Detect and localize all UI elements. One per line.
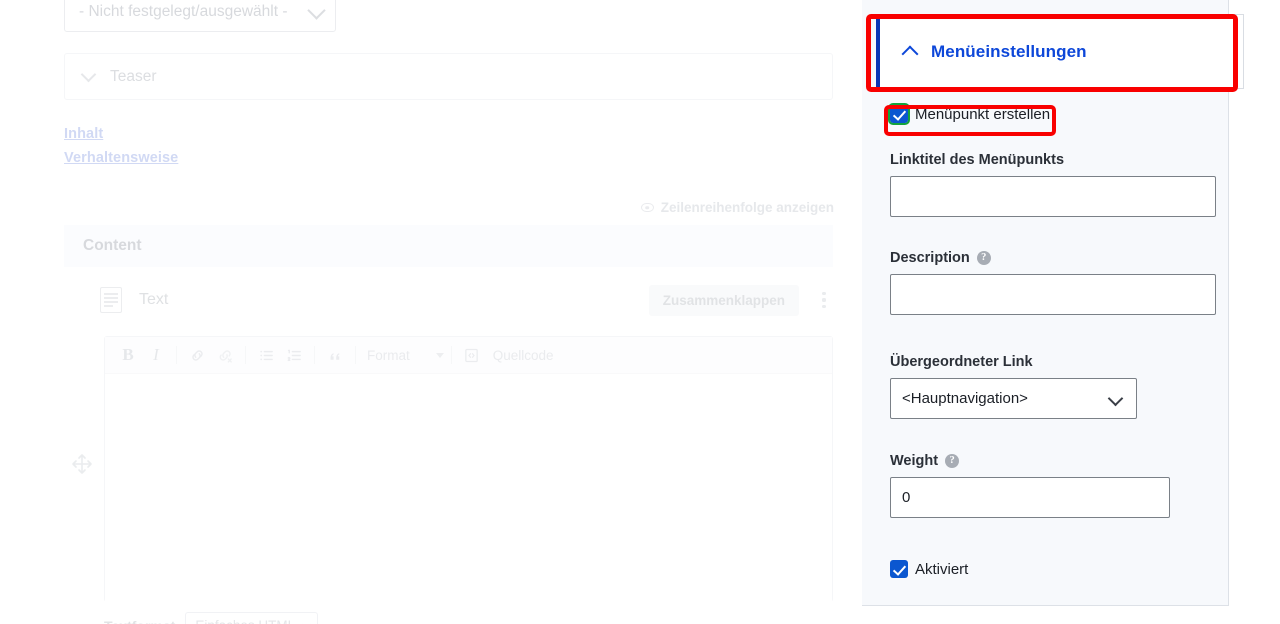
text-format-label: Textformat [104, 618, 175, 624]
vertical-tab-inhalt[interactable]: Inhalt [64, 126, 103, 142]
menu-settings-header[interactable]: Menüeinstellungen [876, 14, 1244, 89]
screen-root: - Nicht festgelegt/ausgewählt - Teaser I… [0, 0, 1280, 624]
parent-link-label: Übergeordneter Link [890, 354, 1137, 370]
editor-body[interactable] [105, 374, 832, 602]
eye-icon [640, 203, 654, 212]
content-section-title: Content [83, 237, 142, 254]
toolbar-divider [314, 346, 315, 364]
enabled-checkbox[interactable] [890, 560, 908, 578]
teaser-details[interactable]: Teaser [64, 53, 833, 100]
menu-settings-title: Menüeinstellungen [931, 41, 1087, 61]
source-code-icon [459, 342, 485, 368]
help-question-icon[interactable]: ? [945, 454, 960, 468]
italic-icon[interactable]: I [143, 342, 169, 368]
parent-link-field: Übergeordneter Link <Hauptnavigation> [890, 354, 1137, 419]
show-row-weights-toggle[interactable]: Zeilenreihenfolge anzeigen [640, 200, 834, 215]
menu-link-title-label-text: Linktitel des Menüpunkts [890, 152, 1065, 168]
parent-link-label-text: Übergeordneter Link [890, 354, 1033, 370]
create-menu-item-label: Menüpunkt erstellen [915, 105, 1051, 123]
kebab-menu-icon[interactable] [815, 287, 833, 313]
editor-toolbar: B I Format Quellcode [105, 337, 832, 374]
menu-link-title-label: Linktitel des Menüpunkts [890, 152, 1216, 168]
chevron-down-icon [435, 352, 444, 358]
format-dropdown-label: Format [367, 347, 410, 363]
blockquote-icon[interactable] [322, 342, 348, 368]
toolbar-divider [176, 346, 177, 364]
panel-footer-space [862, 606, 1229, 624]
source-code-button[interactable]: Quellcode [459, 342, 554, 368]
parent-link-select[interactable]: <Hauptnavigation> [890, 378, 1137, 419]
weight-label: Weight ? [890, 453, 1170, 469]
help-question-icon[interactable]: ? [976, 251, 991, 265]
content-section-header: Content [64, 225, 833, 267]
description-field: Description ? [890, 250, 1216, 315]
unset-select-value: - Nicht festgelegt/ausgewählt - [79, 3, 288, 20]
chevron-up-icon [901, 45, 919, 63]
weight-input[interactable] [890, 477, 1170, 518]
chevron-down-icon [307, 1, 326, 20]
weight-field: Weight ? [890, 453, 1170, 518]
vertical-tab-verhaltensweise[interactable]: Verhaltensweise [64, 150, 178, 166]
create-menu-item-row[interactable]: Menüpunkt erstellen [888, 103, 1051, 125]
menu-settings-sidebar: Menüeinstellungen Menüpunkt erstellen Li… [862, 0, 1244, 624]
menu-link-title-input[interactable] [890, 176, 1216, 217]
enabled-label: Aktiviert [915, 560, 969, 578]
chevron-down-icon [301, 619, 312, 624]
unlink-icon[interactable] [212, 342, 238, 368]
enabled-row[interactable]: Aktiviert [890, 560, 968, 578]
format-dropdown[interactable]: Format [367, 348, 444, 363]
move-drag-icon[interactable] [70, 452, 94, 476]
description-label-text: Description [890, 250, 970, 266]
toolbar-divider [245, 346, 246, 364]
node-edit-form: - Nicht festgelegt/ausgewählt - Teaser I… [0, 0, 862, 624]
create-menu-item-checkbox[interactable] [888, 103, 910, 125]
collapse-button[interactable]: Zusammenklappen [648, 284, 799, 316]
teaser-label: Teaser [110, 67, 157, 85]
show-row-weights-label: Zeilenreihenfolge anzeigen [660, 200, 834, 215]
paragraph-type-label: Text [139, 291, 169, 308]
description-input[interactable] [890, 274, 1216, 315]
menu-link-title-field: Linktitel des Menüpunkts [890, 152, 1216, 217]
parent-link-value: <Hauptnavigation> [890, 378, 1137, 419]
chevron-down-icon [80, 66, 97, 82]
rich-text-editor[interactable]: B I Format Quellcode [104, 336, 833, 602]
paragraph-row-text: Text Zusammenklappen [100, 281, 833, 319]
link-icon[interactable] [184, 342, 210, 368]
text-format-row: Textformat Einfaches HTML [104, 612, 319, 624]
description-label: Description ? [890, 250, 1216, 266]
text-paragraph-icon [100, 287, 122, 313]
text-format-select[interactable]: Einfaches HTML [185, 612, 319, 624]
toolbar-divider [450, 346, 452, 364]
bulleted-list-icon[interactable] [253, 342, 279, 368]
text-format-value: Einfaches HTML [195, 618, 295, 624]
source-code-label: Quellcode [492, 347, 554, 363]
unset-select[interactable]: - Nicht festgelegt/ausgewählt - [64, 0, 336, 32]
toolbar-divider [355, 346, 356, 364]
bold-icon[interactable]: B [115, 342, 141, 368]
weight-label-text: Weight [890, 453, 939, 469]
numbered-list-icon[interactable] [281, 342, 307, 368]
